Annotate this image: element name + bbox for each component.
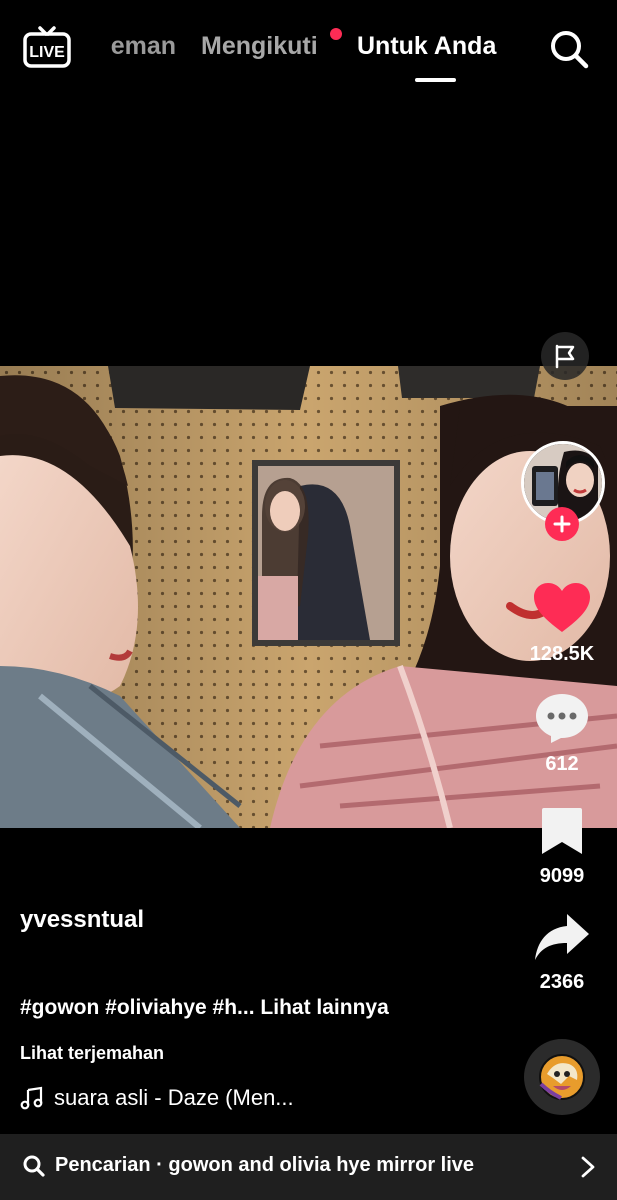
search-separator: · xyxy=(156,1154,163,1176)
bookmark-count: 9099 xyxy=(539,865,585,887)
translate-link[interactable]: Lihat terjemahan xyxy=(20,1043,164,1064)
tab-teman[interactable]: eman xyxy=(104,32,176,61)
chevron-right-icon xyxy=(581,1156,595,1178)
plus-icon xyxy=(553,515,571,533)
share-count: 2366 xyxy=(539,971,585,993)
music-disc-icon xyxy=(539,1054,585,1100)
live-tv-icon[interactable]: LIVE xyxy=(22,26,72,70)
search-icon[interactable] xyxy=(548,28,590,70)
caption-hashtags[interactable]: #gowon #oliviahye #h... Lihat lainnya xyxy=(20,996,389,1020)
hashtag-text[interactable]: #gowon #oliviahye #h... xyxy=(20,996,255,1019)
bookmark-button[interactable]: 9099 xyxy=(517,806,607,888)
report-flag-button[interactable] xyxy=(541,332,589,380)
share-icon xyxy=(535,914,589,960)
creator-username[interactable]: yvessntual xyxy=(20,906,144,934)
related-search-text: Pencarian · gowon and olivia hye mirror … xyxy=(55,1154,474,1177)
search-label: Pencarian xyxy=(55,1154,151,1176)
share-button[interactable]: 2366 xyxy=(517,912,607,994)
related-search-bar[interactable]: Pencarian · gowon and olivia hye mirror … xyxy=(0,1134,617,1200)
search-query: gowon and olivia hye mirror live xyxy=(168,1154,475,1176)
music-info[interactable]: suara asli - Daze (Men... xyxy=(20,1085,294,1111)
music-title: suara asli - Daze (Men... xyxy=(54,1085,294,1110)
active-tab-indicator xyxy=(415,78,456,82)
music-note-icon xyxy=(20,1086,43,1110)
comment-icon xyxy=(536,694,588,743)
follow-plus-button[interactable] xyxy=(545,507,579,541)
report-flag-icon xyxy=(555,344,575,369)
tab-mengikuti[interactable]: Mengikuti xyxy=(201,32,318,61)
like-button[interactable]: 128.5K xyxy=(517,582,607,666)
top-navigation: LIVE eman Mengikuti Untuk Anda xyxy=(0,0,617,95)
comment-button[interactable]: 612 xyxy=(517,692,607,776)
heart-icon xyxy=(534,583,590,632)
search-icon xyxy=(23,1155,45,1177)
tab-teman-label: eman xyxy=(110,32,176,60)
see-more-link[interactable]: Lihat lainnya xyxy=(260,996,388,1019)
comment-count: 612 xyxy=(545,753,579,775)
bookmark-icon xyxy=(542,808,582,854)
like-count: 128.5K xyxy=(529,643,595,665)
music-disc-button[interactable] xyxy=(524,1039,600,1115)
live-label: LIVE xyxy=(29,44,65,61)
notification-dot xyxy=(330,28,342,40)
tab-untuk-anda[interactable]: Untuk Anda xyxy=(357,32,496,61)
